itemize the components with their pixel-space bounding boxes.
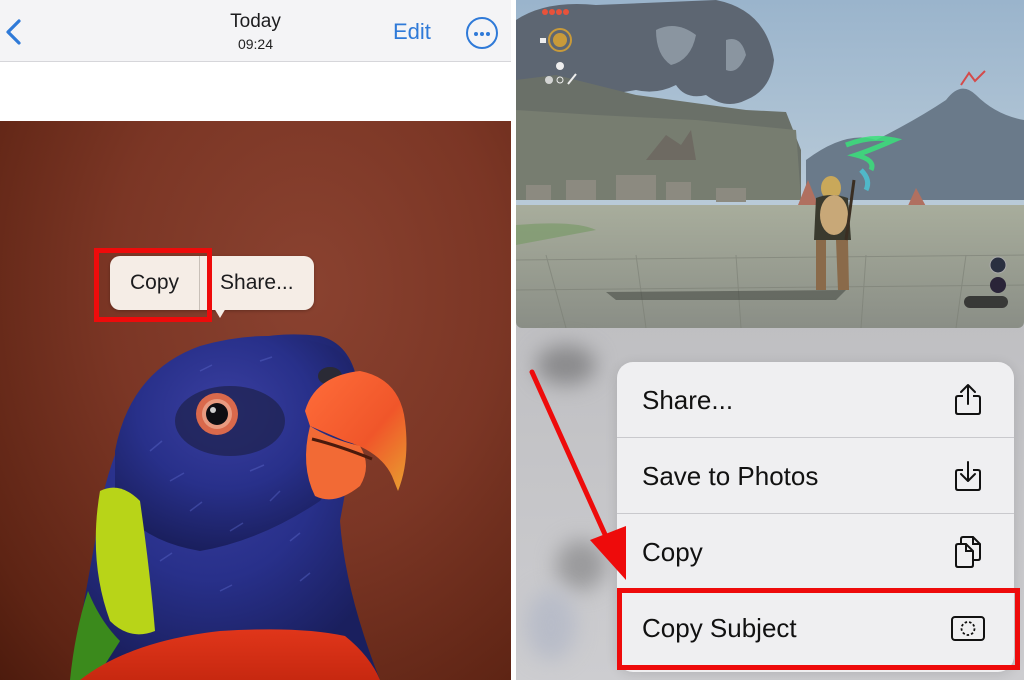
ellipsis-circle-icon [474, 32, 478, 36]
menu-item-label: Copy [642, 537, 703, 567]
lorikeet-illustration [70, 334, 407, 680]
context-menu: Share... Save to Photos Copy Copy Subjec… [617, 362, 1014, 672]
menu-item-label: Share... [642, 385, 734, 415]
menu-item-label: Save to Photos [642, 461, 819, 491]
ios-photo-viewer: Today 09:24 Edit Copy Share... [0, 0, 511, 680]
blur-shape [536, 345, 596, 385]
callout-copy-button[interactable]: Copy [110, 256, 199, 310]
copy-subject-icon [951, 616, 985, 641]
nav-title-group: Today 09:24 [0, 11, 511, 53]
navigation-bar: Today 09:24 Edit [0, 0, 511, 62]
zelda-scene-illustration [516, 0, 1024, 328]
ellipsis-dot [480, 32, 484, 36]
menu-item-copy[interactable]: Copy [617, 514, 1014, 590]
ellipsis-dot [486, 32, 490, 36]
nav-timestamp: 09:24 [237, 36, 274, 52]
chevron-left-icon [6, 19, 21, 45]
callout-share-button[interactable]: Share... [200, 256, 314, 310]
blur-shape [526, 590, 576, 660]
share-icon [955, 384, 981, 415]
copy-share-callout: Copy Share... [110, 256, 314, 310]
back-button[interactable] [2, 14, 26, 50]
nav-title: Today [230, 11, 281, 32]
callout-pointer [214, 308, 226, 318]
more-options-button[interactable] [466, 17, 498, 49]
menu-item-label: Copy Subject [642, 613, 797, 643]
copy-documents-icon [955, 536, 981, 568]
ios-context-menu-view: Share... Save to Photos Copy Copy Subjec… [516, 0, 1024, 680]
save-download-icon [955, 461, 981, 491]
edit-button[interactable]: Edit [393, 19, 431, 45]
comparison-screenshot: Today 09:24 Edit Copy Share... Share... … [0, 0, 1024, 680]
menu-item-copy-subject[interactable]: Copy Subject [617, 590, 1014, 666]
menu-item-save-to-photos[interactable]: Save to Photos [617, 438, 1014, 514]
parrot-photo[interactable] [0, 121, 511, 680]
menu-item-share[interactable]: Share... [617, 362, 1014, 438]
game-screenshot[interactable] [516, 0, 1024, 328]
blur-shape [556, 540, 606, 590]
